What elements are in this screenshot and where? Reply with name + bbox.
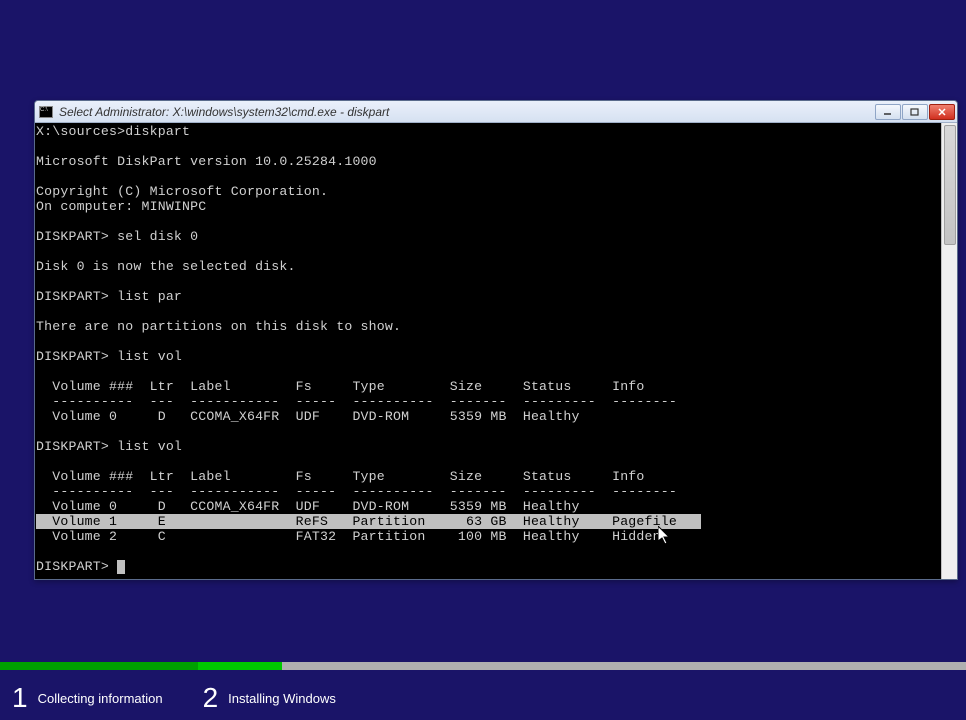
console-line: Volume 0 D CCOMA_X64FR UDF DVD-ROM 5359 … (36, 409, 580, 424)
console-line: Disk 0 is now the selected disk. (36, 259, 296, 274)
console-line: Volume ### Ltr Label Fs Type Size Status… (36, 469, 645, 484)
console-line: DISKPART> list vol (36, 349, 182, 364)
window-title: Select Administrator: X:\windows\system3… (59, 105, 875, 119)
console-line-selected: Volume 1 E ReFS Partition 63 GB Healthy … (36, 514, 701, 529)
minimize-button[interactable] (875, 104, 901, 120)
install-progress-bar (0, 662, 966, 670)
console-line: Volume 2 C FAT32 Partition 100 MB Health… (36, 529, 661, 544)
progress-segment-2 (198, 662, 282, 670)
progress-segment-1 (0, 662, 198, 670)
console-line: On computer: MINWINPC (36, 199, 206, 214)
console-line: DISKPART> sel disk 0 (36, 229, 198, 244)
console-line: Copyright (C) Microsoft Corporation. (36, 184, 328, 199)
step-2: 2 Installing Windows (203, 684, 336, 712)
console-line: Microsoft DiskPart version 10.0.25284.10… (36, 154, 377, 169)
console-line: There are no partitions on this disk to … (36, 319, 401, 334)
text-cursor (117, 560, 125, 574)
window-controls (875, 104, 955, 120)
console-line: X:\sources>diskpart (36, 124, 190, 139)
console-line: Volume 0 D CCOMA_X64FR UDF DVD-ROM 5359 … (36, 499, 580, 514)
install-steps: 1 Collecting information 2 Installing Wi… (12, 684, 336, 712)
maximize-button[interactable] (902, 104, 928, 120)
scroll-thumb[interactable] (944, 125, 956, 245)
console-line: DISKPART> list par (36, 289, 182, 304)
console-area[interactable]: X:\sources>diskpart Microsoft DiskPart v… (35, 123, 957, 579)
step-number: 1 (12, 684, 28, 712)
vertical-scrollbar[interactable] (941, 123, 957, 579)
console-prompt: DISKPART> (36, 559, 117, 574)
console-line: DISKPART> list vol (36, 439, 182, 454)
cmd-icon (39, 106, 53, 118)
window-titlebar[interactable]: Select Administrator: X:\windows\system3… (35, 101, 957, 123)
console-line: ---------- --- ----------- ----- -------… (36, 394, 677, 409)
console-line: ---------- --- ----------- ----- -------… (36, 484, 677, 499)
console-line: Volume ### Ltr Label Fs Type Size Status… (36, 379, 645, 394)
step-label: Collecting information (38, 691, 163, 706)
cmd-window: Select Administrator: X:\windows\system3… (34, 100, 958, 580)
step-1: 1 Collecting information (12, 684, 163, 712)
close-button[interactable] (929, 104, 955, 120)
step-number: 2 (203, 684, 219, 712)
step-label: Installing Windows (228, 691, 336, 706)
